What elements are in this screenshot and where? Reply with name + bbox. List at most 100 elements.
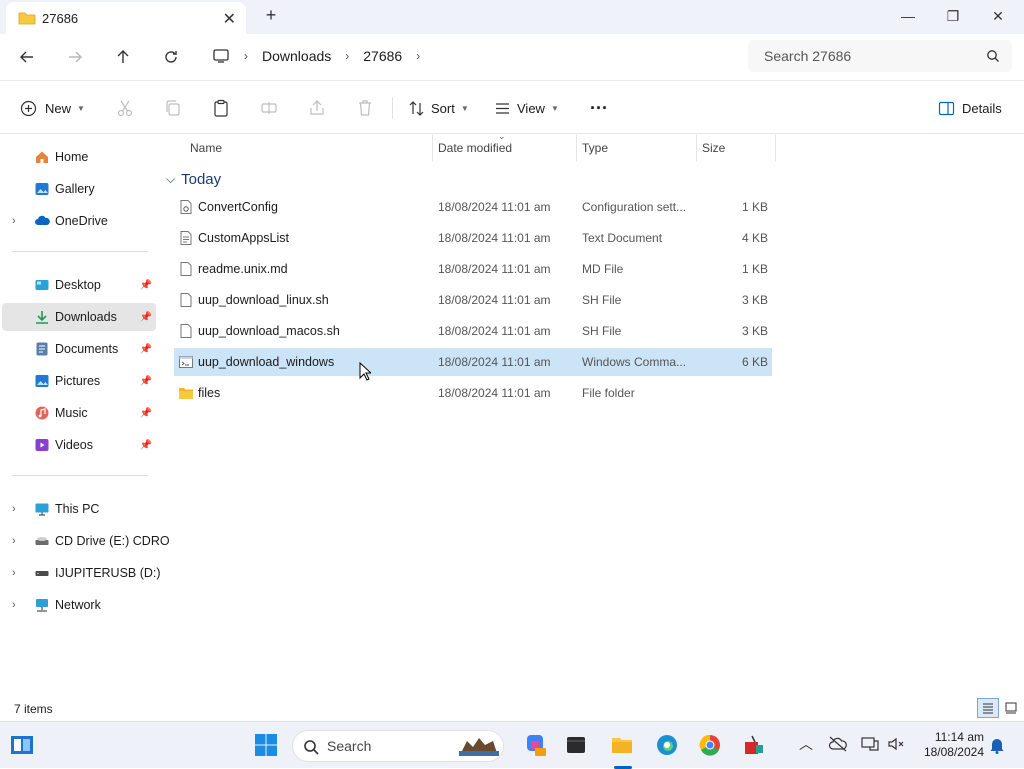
column-header-type[interactable]: Type [582,135,608,161]
sort-button[interactable]: Sort ▼ [408,95,469,121]
tiles-view-toggle[interactable] [1001,698,1021,718]
file-row[interactable]: readme.unix.md 18/08/2024 11:01 am MD File… [174,255,772,283]
file-row[interactable]: files 18/08/2024 11:01 am File folder [174,379,772,407]
cut-button[interactable] [116,95,134,121]
details-button[interactable]: Details [938,95,1002,121]
config-file-icon [180,200,192,214]
back-button[interactable] [14,44,40,70]
pin-icon[interactable]: 📌 [140,312,152,323]
chevron-down-icon: ⌵ [166,171,176,186]
chevron-right-icon[interactable]: › [12,599,16,611]
file-row[interactable]: uup_download_linux.sh 18/08/2024 11:01 am… [174,286,772,314]
copy-button[interactable] [164,95,182,121]
chevron-right-icon[interactable]: › [12,503,16,515]
widgets-icon[interactable] [10,733,34,757]
sidebar-item-home[interactable]: Home [2,143,156,171]
new-button[interactable]: New ▼ [20,95,85,121]
paste-button[interactable] [212,95,230,121]
column-divider[interactable] [576,135,577,161]
file-row[interactable]: uup_download_macos.sh 18/08/2024 11:01 am… [174,317,772,345]
file-date: 18/08/2024 11:01 am [438,355,551,369]
sidebar-item-gallery[interactable]: Gallery [2,175,156,203]
sidebar-item-network[interactable]: › Network [2,591,156,619]
column-divider[interactable] [696,135,697,161]
app-icon[interactable] [742,733,766,757]
onedrive-sync-icon[interactable] [828,735,848,753]
file-type: SH File [582,324,622,338]
taskbar-clock[interactable]: 11:14 am 18/08/2024 [912,730,984,760]
scissors-icon [117,100,133,117]
chevron-right-icon[interactable]: › [12,215,16,227]
sidebar-item-documents[interactable]: Documents 📌 [2,335,156,363]
forward-button[interactable] [62,44,88,70]
file-row[interactable]: ConvertConfig 18/08/2024 11:01 am Configur… [174,193,772,221]
pin-icon[interactable]: 📌 [140,280,152,291]
sidebar-item-this-pc[interactable]: › This PC [2,495,156,523]
network-status-icon[interactable] [860,735,880,753]
network-icon [36,599,48,612]
tab-27686[interactable]: 27686 ✕ [6,2,246,34]
file-name: ConvertConfig [198,200,278,214]
view-button[interactable]: View ▼ [494,95,559,121]
rename-icon [261,102,277,114]
details-view-toggle[interactable] [977,698,999,718]
pin-icon[interactable]: 📌 [140,344,152,355]
refresh-button[interactable] [158,44,184,70]
sidebar-item-pictures[interactable]: Pictures 📌 [2,367,156,395]
search-input[interactable]: Search 27686 [748,40,1012,72]
tab-title: 27686 [42,10,79,26]
breadcrumb-27686[interactable]: 27686 [363,48,402,64]
sidebar-item-desktop[interactable]: Desktop 📌 [2,271,156,299]
copilot-icon[interactable] [523,733,547,757]
chevron-right-icon[interactable]: › [12,567,16,579]
file-row[interactable]: uup_download_windows 18/08/2024 11:01 am W… [174,348,772,376]
rename-button[interactable] [260,95,278,121]
sidebar-item-onedrive[interactable]: › OneDrive [2,207,156,235]
volume-icon[interactable] [886,735,906,753]
search-placeholder: Search 27686 [764,48,852,64]
file-date: 18/08/2024 11:01 am [438,231,551,245]
pin-icon[interactable]: 📌 [140,376,152,387]
sidebar-item-label: Pictures [55,374,101,388]
up-button[interactable] [110,44,136,70]
minimize-button[interactable]: — [885,4,931,28]
chrome-icon[interactable] [698,733,722,757]
breadcrumb[interactable]: › Downloads › 27686 › [204,40,734,72]
column-header-size[interactable]: Size [702,135,725,161]
column-divider[interactable] [775,135,776,161]
sidebar-item-downloads[interactable]: Downloads 📌 [2,303,156,331]
sidebar-item-label: Gallery [55,182,95,196]
start-button[interactable] [254,733,278,757]
group-header-today[interactable]: ⌵ Today [166,169,221,189]
terminal-icon[interactable] [564,733,588,757]
share-button[interactable] [308,95,326,121]
chevron-right-icon[interactable]: › [12,535,16,547]
taskbar-search[interactable]: Search [292,730,504,762]
sidebar-item-music[interactable]: Music 📌 [2,399,156,427]
chevron-down-icon: ▼ [460,103,469,113]
column-header-name[interactable]: Name [190,135,222,161]
notification-bell-icon[interactable] [989,736,1005,754]
file-explorer-icon[interactable] [610,733,634,757]
maximize-button[interactable]: ❐ [930,4,976,28]
edge-icon[interactable] [655,733,679,757]
file-name: files [198,386,221,400]
tab-close-button[interactable]: ✕ [223,9,236,29]
sort-indicator-icon: ⌄ [498,131,506,141]
new-tab-button[interactable]: + [262,5,280,26]
sidebar-item-usb-drive[interactable]: › IJUPITERUSB (D:) [2,559,161,587]
folder-icon [18,12,36,25]
pin-icon[interactable]: 📌 [140,408,152,419]
column-divider[interactable] [432,135,433,161]
file-type: MD File [582,262,624,276]
breadcrumb-downloads[interactable]: Downloads [262,48,331,64]
more-options-button[interactable]: ··· [590,95,608,121]
close-window-button[interactable]: ✕ [975,4,1021,28]
file-row[interactable]: CustomAppsList 18/08/2024 11:01 am Text Do… [174,224,772,252]
pin-icon[interactable]: 📌 [140,440,152,451]
sidebar-item-cd-drive[interactable]: › CD Drive (E:) CDRO [2,527,170,555]
chevron-up-icon[interactable]: ︿ [799,734,813,754]
sidebar-item-videos[interactable]: Videos 📌 [2,431,156,459]
delete-button[interactable] [356,95,374,121]
chevron-right-icon[interactable]: › [416,49,420,63]
